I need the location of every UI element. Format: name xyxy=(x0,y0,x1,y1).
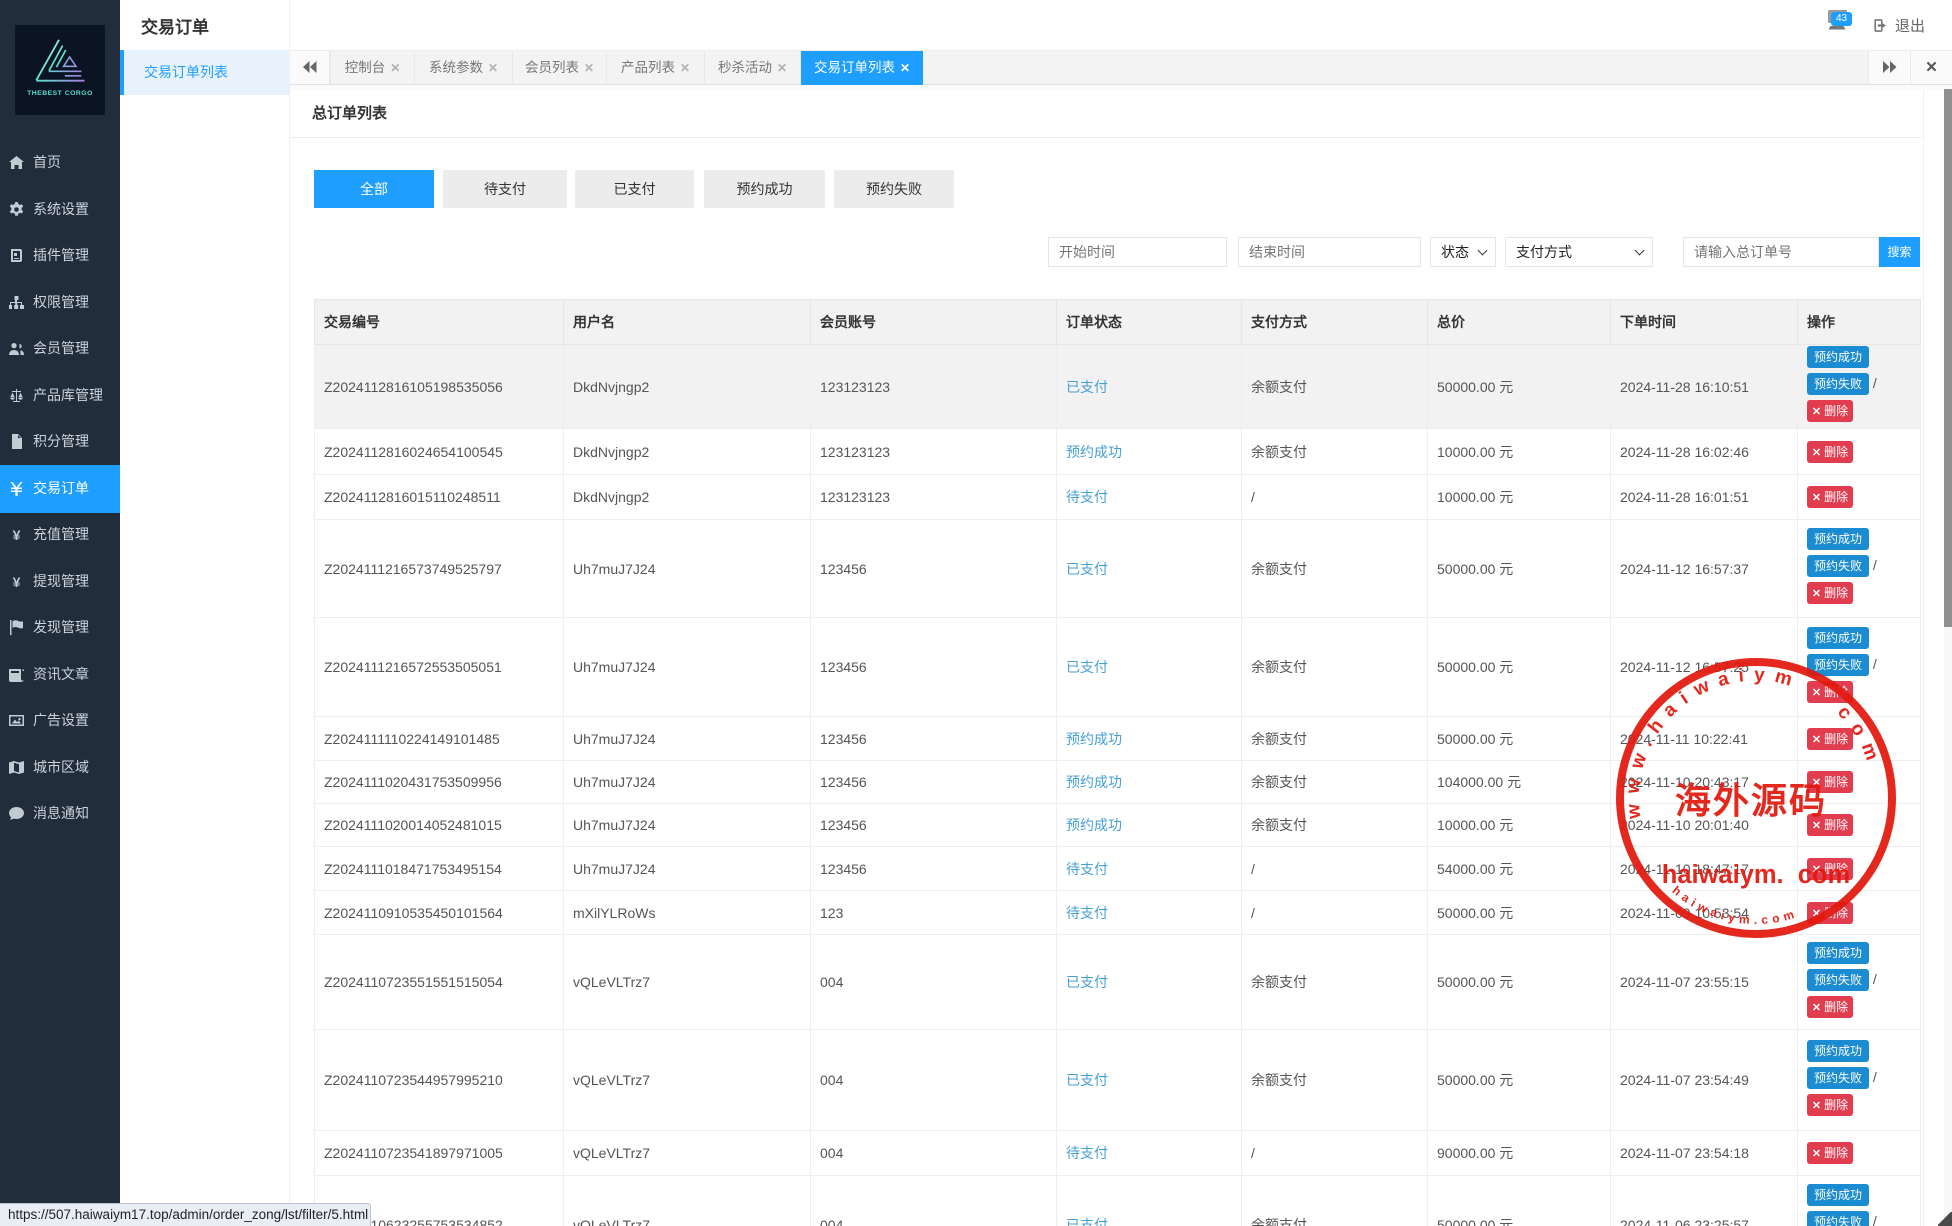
svg-text:THEBEST CORGO: THEBEST CORGO xyxy=(27,90,93,97)
svg-text:¥: ¥ xyxy=(13,527,21,542)
svg-text:¥: ¥ xyxy=(13,574,21,589)
svg-text:海外源码: 海外源码 xyxy=(1675,781,1827,821)
svg-text:haiwaiym. com: haiwaiym. com xyxy=(1662,861,1851,889)
